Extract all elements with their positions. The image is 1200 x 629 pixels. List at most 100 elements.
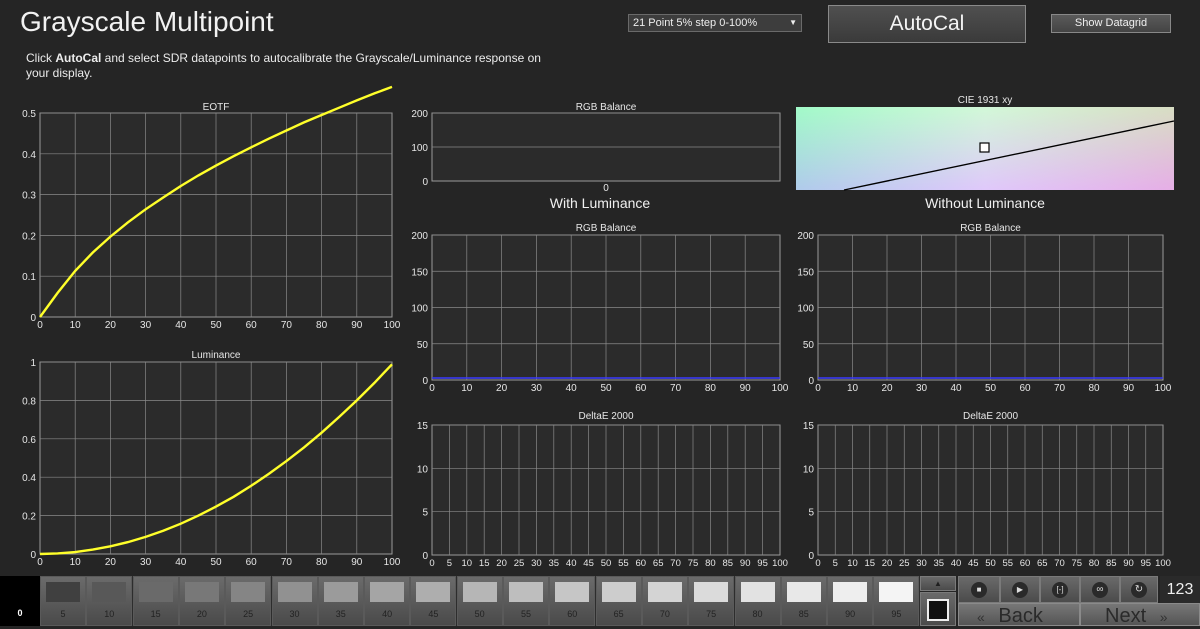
x-tick-label: 15	[864, 558, 875, 569]
patch-color-chip	[277, 582, 312, 602]
patch-swatch[interactable]: 40	[364, 576, 411, 626]
patch-swatch[interactable]: 65	[595, 576, 642, 626]
x-tick-label: 100	[384, 557, 401, 568]
x-tick-label: 90	[351, 320, 363, 331]
x-tick-label: 0	[815, 383, 821, 394]
play-button[interactable]: ▶	[1000, 576, 1040, 603]
x-tick-label: 85	[723, 558, 734, 569]
stop-measure-button[interactable]	[920, 592, 956, 626]
patch-label: 30	[289, 609, 300, 619]
patch-swatch[interactable]: 60	[549, 576, 596, 626]
patch-swatch[interactable]: 5	[40, 576, 86, 626]
y-tick-label: 0.3	[22, 191, 36, 202]
patch-swatch[interactable]: 90	[827, 576, 874, 626]
x-tick-label: 0	[37, 557, 43, 568]
white-point-target	[979, 142, 990, 153]
patch-swatch[interactable]: 55	[503, 576, 549, 626]
y-tick-label: 0	[422, 177, 428, 188]
y-tick-label: 100	[411, 143, 428, 154]
y-tick-label: 200	[797, 231, 814, 242]
y-tick-label: 5	[422, 508, 428, 519]
patch-swatch[interactable]: 70	[641, 576, 688, 626]
y-tick-label: 0	[422, 376, 428, 387]
x-tick-label: 30	[531, 383, 543, 394]
x-tick-label: 5	[833, 558, 838, 569]
refresh-button[interactable]: ↻	[1120, 576, 1158, 603]
patch-color-chip	[740, 582, 775, 602]
patch-label: 65	[613, 609, 624, 619]
x-tick-label: 100	[772, 558, 788, 569]
patch-color-chip	[416, 582, 451, 602]
x-tick-label: 80	[316, 557, 328, 568]
stop-button[interactable]: ■	[958, 576, 1000, 603]
patch-swatch[interactable]: 85	[780, 576, 827, 626]
patch-color-chip	[833, 582, 868, 602]
patch-swatch[interactable]: 50	[456, 576, 503, 626]
patch-swatch[interactable]: 10	[86, 576, 133, 626]
x-tick-label: 40	[951, 558, 962, 569]
patch-color-chip	[46, 582, 80, 602]
x-tick-label: 60	[635, 383, 647, 394]
patch-swatch[interactable]: 80	[734, 576, 781, 626]
refresh-icon: ↻	[1131, 582, 1147, 598]
back-button-label: Back	[998, 605, 1043, 627]
x-tick-label: 20	[496, 383, 508, 394]
patch-color-chip	[555, 582, 590, 602]
x-tick-label: 95	[757, 558, 768, 569]
x-tick-label: 10	[70, 557, 82, 568]
x-tick-label: 60	[1019, 383, 1031, 394]
patch-swatch[interactable]: 45	[410, 576, 457, 626]
x-tick-label: 70	[1054, 558, 1065, 569]
patch-color-chip	[509, 582, 543, 602]
patch-label: 10	[104, 609, 115, 619]
patch-color-chip	[323, 582, 358, 602]
continuous-button[interactable]: ∞	[1080, 576, 1120, 603]
x-tick-label: 10	[461, 383, 473, 394]
patch-swatch[interactable]: 95	[873, 576, 920, 626]
patch-swatch[interactable]: 30	[271, 576, 318, 626]
y-tick-label: 0.6	[22, 435, 36, 446]
patch-color-chip	[231, 582, 266, 602]
x-tick-label: 20	[105, 557, 117, 568]
patch-swatch[interactable]: 0	[0, 576, 40, 626]
x-tick-label: 90	[1123, 383, 1135, 394]
x-tick-label: 50	[210, 557, 222, 568]
patch-label: 35	[335, 609, 346, 619]
patch-color-chip	[370, 582, 405, 602]
up-button[interactable]: ▲	[920, 576, 956, 591]
x-tick-label: 100	[384, 320, 401, 331]
patch-label: 90	[845, 609, 856, 619]
x-tick-label: 90	[740, 558, 751, 569]
patch-swatch[interactable]: 15	[132, 576, 179, 626]
patch-swatch[interactable]: 35	[317, 576, 364, 626]
x-tick-label: 35	[549, 558, 560, 569]
next-button[interactable]: Next »	[1080, 603, 1200, 627]
x-tick-label: 70	[1054, 383, 1066, 394]
x-tick-label: 50	[601, 558, 612, 569]
x-tick-label: 95	[1140, 558, 1151, 569]
patch-color-chip	[601, 582, 636, 602]
y-tick-label: 0	[422, 551, 428, 562]
x-tick-label: 20	[881, 383, 893, 394]
x-tick-label: 85	[1106, 558, 1117, 569]
x-tick-label: 30	[531, 558, 542, 569]
read-series-button[interactable]: [-]	[1040, 576, 1080, 603]
back-button[interactable]: « Back	[958, 603, 1080, 627]
y-tick-label: 200	[411, 109, 428, 120]
chart-title: EOTF	[203, 102, 230, 113]
y-tick-label: 0.4	[22, 150, 36, 161]
x-tick-label: 55	[618, 558, 629, 569]
stop-icon: ■	[971, 582, 987, 598]
double-chevron-left-icon: «	[977, 609, 985, 625]
patch-swatch[interactable]: 20	[178, 576, 225, 626]
double-chevron-right-icon: »	[1159, 609, 1168, 625]
x-tick-label: 65	[1037, 558, 1048, 569]
y-tick-label: 15	[417, 421, 429, 432]
y-tick-label: 1	[30, 358, 36, 369]
patch-color-chip	[138, 582, 173, 602]
y-tick-label: 0.5	[22, 109, 36, 120]
x-tick-label: 75	[1071, 558, 1082, 569]
y-tick-label: 15	[803, 421, 815, 432]
patch-swatch[interactable]: 75	[688, 576, 735, 626]
patch-swatch[interactable]: 25	[225, 576, 272, 626]
